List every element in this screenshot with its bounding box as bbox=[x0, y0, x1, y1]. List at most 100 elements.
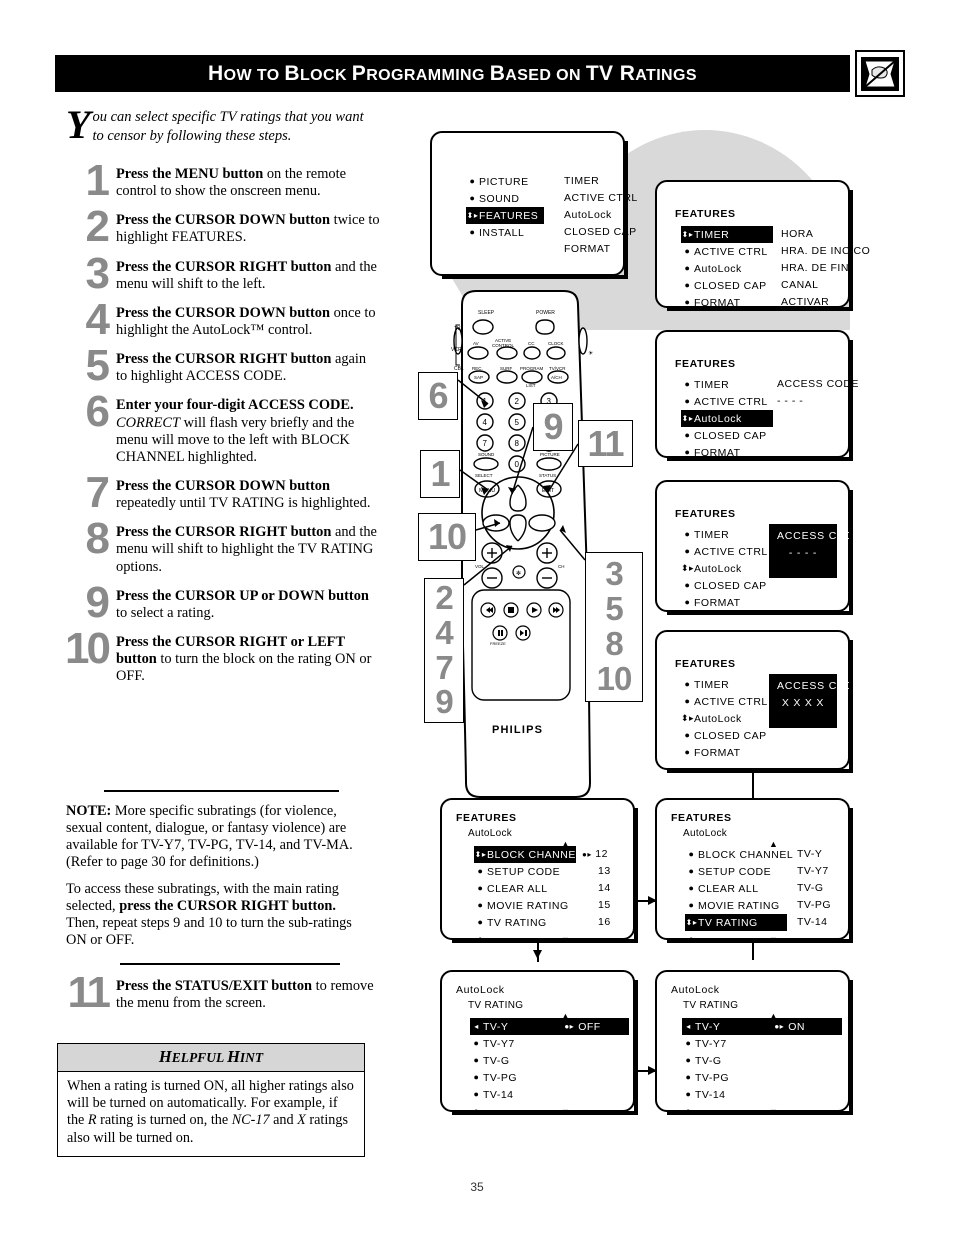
menu-item-clear-all[interactable]: ● CLEAR ALL bbox=[685, 880, 799, 897]
menu-item-tv-pg[interactable]: ● TV-PG bbox=[682, 1069, 735, 1086]
menu-item-active-ctrl[interactable]: ● ACTIVE CTRL bbox=[681, 393, 774, 410]
menu-item-tv-y7[interactable]: ● TV-Y7 bbox=[470, 1035, 523, 1052]
bullet-icon: ● bbox=[684, 747, 691, 757]
helpful-hint-body: When a rating is turned ON, all higher r… bbox=[67, 1078, 354, 1146]
menu-item-sound[interactable]: ● SOUND bbox=[466, 190, 544, 207]
value-hra-de-fin: HRA. DE FIN bbox=[781, 262, 849, 274]
steps-list: 1 Press the MENU button on the remote co… bbox=[40, 156, 380, 694]
rating-value: TV-Y7 bbox=[797, 865, 829, 877]
menu-item-more[interactable]: ● bbox=[682, 1103, 735, 1120]
menu-item-tv-14[interactable]: ● TV-14 bbox=[682, 1086, 735, 1103]
bullet-icon: ● bbox=[473, 1089, 480, 1099]
autolock-list: ● BLOCK CHANNEL ● SETUP CODE ● CLEAR ALL ● M… bbox=[685, 846, 799, 948]
scroll-down-arrow-icon[interactable]: ▼ bbox=[561, 936, 570, 945]
menu-item-tv-rating[interactable]: ● TV RATING bbox=[474, 914, 576, 931]
menu-item-tv-y[interactable]: ◂ TV-Y ●▸ OFF bbox=[470, 1018, 629, 1035]
menu-item-tv-rating[interactable]: ⬍▸ TV RATING bbox=[685, 914, 787, 931]
scroll-down-arrow-icon[interactable]: ▼ bbox=[769, 936, 778, 945]
bullet-icon: ● bbox=[469, 227, 476, 237]
rating-state: OFF bbox=[578, 1020, 601, 1033]
rating-value: TV-G bbox=[797, 882, 824, 894]
menu-item-movie-rating[interactable]: ● MOVIE RATING bbox=[474, 897, 576, 914]
access-code-label: ACCESS CODE bbox=[777, 530, 863, 542]
step-number: 1 bbox=[85, 156, 110, 205]
bullet-icon: ● bbox=[684, 597, 691, 607]
menu-item-block-channel[interactable]: ● BLOCK CHANNEL bbox=[685, 846, 799, 863]
menu-item-active-ctrl[interactable]: ● ACTIVE CTRL bbox=[681, 693, 774, 710]
menu-item-timer[interactable]: ● TIMER bbox=[681, 676, 774, 693]
menu-item-closed-cap[interactable]: ● CLOSED CAP bbox=[681, 427, 774, 444]
menu-item-movie-rating[interactable]: ● MOVIE RATING bbox=[685, 897, 799, 914]
menu-item-autolock[interactable]: ● AutoLock bbox=[681, 260, 774, 277]
menu-item-more[interactable]: ● bbox=[470, 1103, 523, 1120]
menu-item-setup-code[interactable]: ● SETUP CODE bbox=[474, 863, 576, 880]
svg-text:1: 1 bbox=[483, 397, 488, 406]
menu-item-features[interactable]: ⬍▸ FEATURES bbox=[466, 207, 545, 224]
cursor-updown-icon: ⬍▸ bbox=[681, 563, 695, 573]
menu-item-clear-all[interactable]: ● CLEAR ALL bbox=[474, 880, 576, 897]
menu-item-format[interactable]: ● FORMAT bbox=[681, 744, 774, 761]
menu-item-block-channel[interactable]: ⬍▸ BLOCK CHANNEL bbox=[474, 846, 582, 863]
step-text: Press the CURSOR DOWN button repeatedly … bbox=[116, 477, 371, 512]
menu-item-tv-y7[interactable]: ● TV-Y7 bbox=[682, 1035, 735, 1052]
menu-label: BLOCK CHANNEL bbox=[487, 848, 583, 861]
connector-line bbox=[752, 958, 754, 960]
menu-item-setup-code[interactable]: ● SETUP CODE bbox=[685, 863, 799, 880]
menu-item-timer[interactable]: ⬍▸ TIMER bbox=[681, 226, 773, 243]
menu-item-autolock[interactable]: ⬍▸ AutoLock bbox=[681, 710, 774, 727]
step-text: Press the CURSOR RIGHT button and the me… bbox=[116, 524, 377, 575]
menu-item-tv-14[interactable]: ● TV-14 bbox=[470, 1086, 523, 1103]
menu-label: CLEAR ALL bbox=[698, 882, 759, 895]
step-text: Press the CURSOR RIGHT button again to h… bbox=[116, 351, 367, 385]
svg-text:TV: TV bbox=[454, 326, 461, 332]
menu-item-tv-g[interactable]: ● TV-G bbox=[682, 1052, 735, 1069]
page-title: HOW TO BLOCK PROGRAMMING BASED ON TV RAT… bbox=[208, 61, 697, 85]
menu-item-closed-cap[interactable]: ● CLOSED CAP bbox=[681, 577, 774, 594]
menu-item-install[interactable]: ● INSTALL bbox=[466, 224, 544, 241]
menu-item-timer[interactable]: ● TIMER bbox=[681, 376, 774, 393]
menu-item-closed-cap[interactable]: ● CLOSED CAP bbox=[681, 277, 774, 294]
menu-item-format[interactable]: ● FORMAT bbox=[681, 444, 774, 461]
step-text: Press the CURSOR RIGHT button and the me… bbox=[116, 258, 377, 292]
menu-label: TIMER bbox=[694, 378, 730, 391]
menu-item-picture[interactable]: ● PICTURE bbox=[466, 173, 544, 190]
menu-label: AutoLock bbox=[694, 262, 742, 275]
menu-label: ACTIVE CTRL bbox=[694, 695, 768, 708]
menu-label: MOVIE RATING bbox=[698, 899, 780, 912]
svg-text:TV/VCR: TV/VCR bbox=[549, 366, 566, 371]
menu-item-tv-pg[interactable]: ● TV-PG bbox=[470, 1069, 523, 1086]
callout-9: 9 bbox=[533, 403, 573, 451]
menu-item-more[interactable]: ● bbox=[685, 931, 799, 948]
scroll-down-arrow-icon[interactable]: ▼ bbox=[561, 1108, 570, 1117]
menu-item-tv-g[interactable]: ● TV-G bbox=[470, 1052, 523, 1069]
svg-text:SLEEP: SLEEP bbox=[478, 310, 495, 316]
menu-label: CLOSED CAP bbox=[694, 429, 767, 442]
cursor-leftright-icon: ●▸ bbox=[582, 850, 592, 859]
intro-paragraph: You can select specific TV ratings that … bbox=[66, 105, 371, 146]
callout-11: 11 bbox=[578, 420, 633, 467]
menu-item-closed-cap[interactable]: ● CLOSED CAP bbox=[681, 727, 774, 744]
osd-access-code-empty: FEATURES ● TIMER ● ACTIVE CTRL ⬍▸ AutoLock … bbox=[655, 480, 863, 615]
menu-item-format[interactable]: ● FORMAT bbox=[681, 294, 774, 311]
callout-1: 1 bbox=[420, 450, 460, 498]
scroll-down-arrow-icon[interactable]: ▼ bbox=[769, 1108, 778, 1117]
bullet-icon: ● bbox=[477, 883, 484, 893]
menu-label: INSTALL bbox=[479, 226, 525, 239]
menu-item-autolock[interactable]: ⬍▸ AutoLock bbox=[681, 560, 774, 577]
step-text: Press the STATUS/EXIT button to remove t… bbox=[116, 978, 374, 1012]
svg-text:AV: AV bbox=[473, 341, 479, 346]
note-block: NOTE: More specific subratings (for viol… bbox=[66, 803, 366, 958]
menu-item-format[interactable]: ● FORMAT bbox=[681, 594, 774, 611]
access-code-area: ACCESS CODE - - - - bbox=[777, 376, 859, 410]
value-canal: CANAL bbox=[781, 279, 819, 291]
menu-item-active-ctrl[interactable]: ● ACTIVE CTRL bbox=[681, 243, 774, 260]
bullet-icon: ● bbox=[684, 280, 691, 290]
bullet-icon: ● bbox=[473, 1106, 480, 1116]
bullet-icon: ● bbox=[688, 934, 695, 944]
menu-item-timer[interactable]: ● TIMER bbox=[681, 526, 774, 543]
step-text: Enter your four-digit ACCESS CODE. CORRE… bbox=[116, 397, 355, 465]
menu-label: ACTIVE CTRL bbox=[694, 245, 768, 258]
menu-item-autolock[interactable]: ⬍▸ AutoLock bbox=[681, 410, 773, 427]
menu-item-tv-y[interactable]: ◂ TV-Y ●▸ ON bbox=[682, 1018, 842, 1035]
menu-item-active-ctrl[interactable]: ● ACTIVE CTRL bbox=[681, 543, 774, 560]
